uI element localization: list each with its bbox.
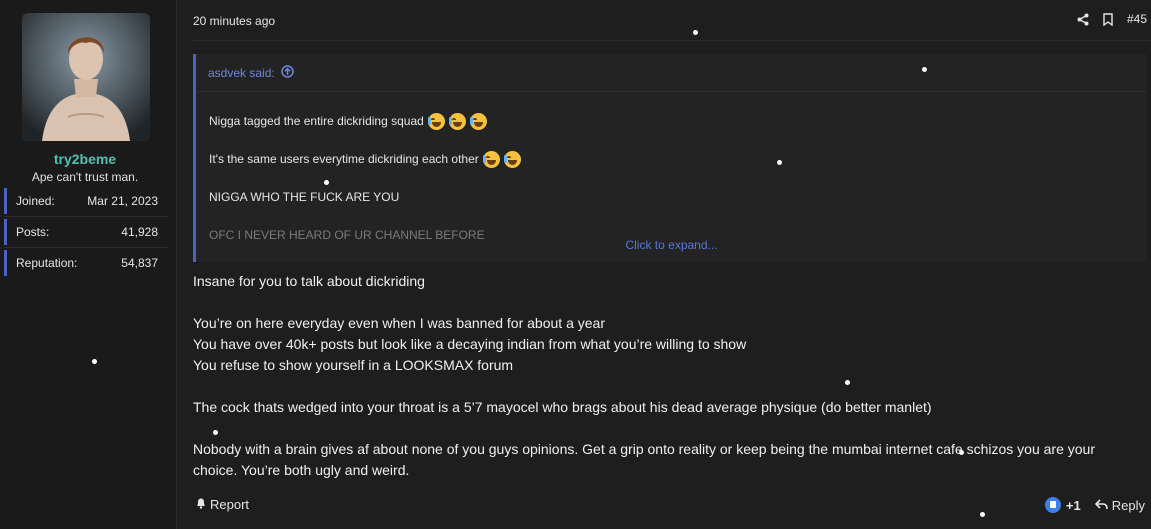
expand-link[interactable]: Click to expand... [196, 238, 1147, 252]
snow-particle [693, 30, 698, 35]
stat-value: 54,837 [121, 256, 158, 270]
quote-body: Nigga tagged the entire dickriding squad… [196, 92, 1147, 262]
stat-divider [4, 216, 168, 217]
snow-particle [324, 180, 329, 185]
quote-line-text: NIGGA WHO THE FUCK ARE YOU [209, 190, 400, 204]
quote-line: Nigga tagged the entire dickriding squad [209, 102, 1134, 140]
stat-posts: Posts: 41,928 [4, 219, 168, 245]
message-gap [193, 292, 1143, 313]
quote-line: NIGGA WHO THE FUCK ARE YOU [209, 178, 1134, 216]
reaction-count: +1 [1065, 497, 1081, 513]
snow-particle [922, 67, 927, 72]
bell-icon [195, 497, 207, 512]
quote-block: asdvek said: Nigga tagged the entire dic… [193, 54, 1147, 262]
message-gap [193, 418, 1143, 439]
message-line: Nobody with a brain gives af about none … [193, 441, 1095, 478]
reaction-summary[interactable]: +1 [1044, 497, 1081, 513]
quote-header: asdvek said: [196, 54, 1147, 92]
snow-particle [777, 160, 782, 165]
snow-particle [845, 380, 850, 385]
message-line: You’re on here everyday even when I was … [193, 315, 605, 331]
message-line: The cock thats wedged into your throat i… [193, 399, 932, 415]
snow-particle [92, 359, 97, 364]
like-reaction-icon [1044, 497, 1061, 513]
laughing-crying-emoji-icon [469, 112, 487, 130]
avatar[interactable] [22, 13, 150, 141]
post-number[interactable]: #45 [1127, 12, 1147, 26]
report-label: Report [210, 497, 250, 512]
quote-line-text: Nigga tagged the entire dickriding squad [209, 114, 424, 128]
quote-line-text: It's the same users everytime dickriding… [209, 152, 479, 166]
message-line: You have over 40k+ posts but look like a… [193, 336, 747, 352]
laughing-crying-emoji-icon [503, 150, 521, 168]
laughing-crying-emoji-icon [482, 150, 500, 168]
post-actions: #45 [1077, 12, 1147, 26]
user-sidebar: try2beme Ape can't trust man. Joined: Ma… [0, 0, 177, 529]
post-time[interactable]: 20 minutes ago [193, 14, 275, 28]
message-line: Insane for you to talk about dickriding [193, 273, 425, 289]
user-title: Ape can't trust man. [31, 170, 139, 184]
message-gap [193, 376, 1143, 397]
stat-label: Posts: [16, 225, 50, 239]
post: try2beme Ape can't trust man. Joined: Ma… [0, 0, 1151, 529]
snow-particle [213, 430, 218, 435]
stat-divider [4, 247, 168, 248]
stat-value: Mar 21, 2023 [87, 194, 158, 208]
laughing-crying-emoji-icon [427, 112, 445, 130]
reply-icon [1094, 498, 1108, 513]
snow-particle [959, 450, 964, 455]
snow-particle [980, 512, 985, 517]
share-icon[interactable] [1077, 13, 1089, 26]
stat-label: Reputation: [16, 256, 78, 270]
reply-label: Reply [1111, 497, 1145, 513]
stat-value[interactable]: 41,928 [121, 225, 158, 239]
username[interactable]: try2beme [0, 151, 170, 167]
stat-reputation: Reputation: 54,837 [4, 250, 168, 276]
bookmark-icon[interactable] [1103, 12, 1113, 26]
message-line: You refuse to show yourself in a LOOKSMA… [193, 357, 514, 373]
stat-label: Joined: [16, 194, 55, 208]
reply-button[interactable]: Reply [1094, 497, 1145, 513]
divider [191, 40, 1151, 41]
quote-author[interactable]: asdvek said: [208, 66, 275, 80]
laughing-crying-emoji-icon [448, 112, 466, 130]
report-button[interactable]: Report [195, 497, 249, 512]
post-footer-actions: +1 Reply [1044, 497, 1145, 513]
post-main: 20 minutes ago #45 asdvek said: Nigga ta… [181, 0, 1151, 529]
post-message: Insane for you to talk about dickriding … [193, 271, 1143, 481]
arrow-up-circle-icon[interactable] [280, 64, 294, 81]
stat-joined: Joined: Mar 21, 2023 [4, 188, 168, 214]
quote-line: It's the same users everytime dickriding… [209, 140, 1134, 178]
